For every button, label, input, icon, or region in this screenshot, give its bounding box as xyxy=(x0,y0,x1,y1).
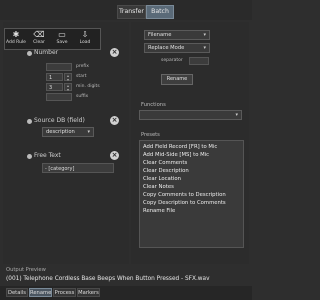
start-stepper[interactable]: ▴ ▾ xyxy=(64,73,72,82)
rules-panel xyxy=(3,22,129,264)
preset-item[interactable]: Clear Comments xyxy=(143,160,187,166)
min-digits-field[interactable]: 3 xyxy=(46,83,63,91)
min-digits-label: min. digits xyxy=(76,84,100,89)
start-label: start xyxy=(76,74,87,79)
presets-list: Add Field Record [FR] to Mic Add Mid-Sid… xyxy=(139,140,244,248)
tab-batch[interactable]: Batch xyxy=(146,5,174,19)
preset-item[interactable]: Rename File xyxy=(143,208,175,214)
prefix-field[interactable] xyxy=(46,63,72,71)
source-section-title: Source DB (field) xyxy=(34,117,85,124)
load-button[interactable]: ⇩ Load xyxy=(75,29,95,49)
preset-item[interactable]: Clear Location xyxy=(143,176,181,182)
save-icon: ▭ xyxy=(58,30,66,39)
tab-markers[interactable]: Markers xyxy=(77,288,100,297)
preset-item[interactable]: Add Mid-Side [MS] to Mic xyxy=(143,152,209,158)
preset-item[interactable]: Copy Description to Comments xyxy=(143,200,226,206)
presets-label: Presets xyxy=(141,132,160,138)
suffix-field[interactable] xyxy=(46,93,72,101)
output-preview-label: Output Preview xyxy=(6,267,46,273)
add-rule-icon: ✱ xyxy=(12,30,20,39)
remove-number-rule-button[interactable]: × xyxy=(110,48,119,57)
tab-rename[interactable]: Rename xyxy=(29,288,52,297)
tab-process[interactable]: Process xyxy=(53,288,76,297)
remove-source-rule-button[interactable]: × xyxy=(110,116,119,125)
free-text-section-title: Free Text xyxy=(34,152,61,159)
source-field-dropdown[interactable]: description ▾ xyxy=(42,127,94,137)
chevron-down-icon: ▾ xyxy=(235,112,238,118)
rename-button[interactable]: Rename xyxy=(161,74,193,85)
load-icon: ⇩ xyxy=(81,30,89,39)
remove-free-text-rule-button[interactable]: × xyxy=(110,151,119,160)
start-field[interactable]: 1 xyxy=(46,73,63,81)
chevron-down-icon: ▾ xyxy=(203,32,206,38)
clear-button[interactable]: ⌫ Clear xyxy=(29,29,49,49)
target-dropdown[interactable]: Filename ▾ xyxy=(144,30,210,40)
chevron-down-icon: ▾ xyxy=(87,129,90,135)
preset-item[interactable]: Clear Notes xyxy=(143,184,174,190)
preset-item[interactable]: Add Field Record [FR] to Mic xyxy=(143,144,217,150)
add-rule-button[interactable]: ✱ Add Rule xyxy=(6,29,26,49)
output-preview-value: (001) Telephone Cordless Base Beeps When… xyxy=(6,276,210,282)
functions-dropdown[interactable]: ▾ xyxy=(139,110,242,120)
clear-icon: ⌫ xyxy=(33,30,45,39)
free-text-field[interactable]: - [category] xyxy=(42,163,114,173)
prefix-label: prefix xyxy=(76,64,89,69)
preset-item[interactable]: Copy Comments to Description xyxy=(143,192,226,198)
save-button[interactable]: ▭ Save xyxy=(52,29,72,49)
tab-transfer[interactable]: Transfer xyxy=(117,5,146,19)
free-text-drag-handle[interactable] xyxy=(27,154,32,159)
separator-field[interactable] xyxy=(189,57,209,65)
functions-label: Functions xyxy=(141,102,166,108)
number-drag-handle[interactable] xyxy=(27,51,32,56)
tab-details[interactable]: Details xyxy=(6,288,28,297)
separator-label: separator xyxy=(161,58,183,63)
chevron-down-icon: ▾ xyxy=(203,45,206,51)
number-section-title: Number xyxy=(34,49,59,56)
preset-item[interactable]: Clear Description xyxy=(143,168,189,174)
suffix-label: suffix xyxy=(76,94,89,99)
min-digits-stepper[interactable]: ▴ ▾ xyxy=(64,83,72,92)
source-drag-handle[interactable] xyxy=(27,119,32,124)
mode-dropdown[interactable]: Replace Mode ▾ xyxy=(144,43,210,53)
